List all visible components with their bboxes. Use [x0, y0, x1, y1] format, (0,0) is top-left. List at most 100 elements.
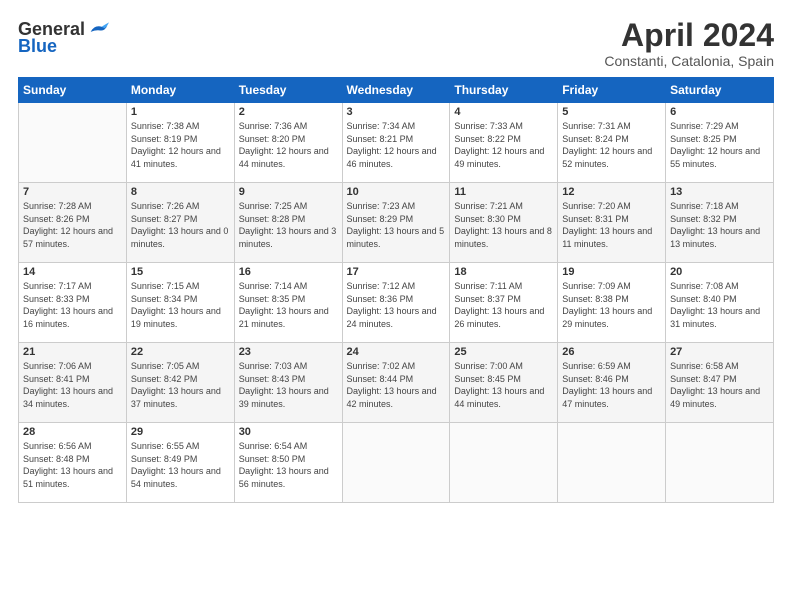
weekday-header-friday: Friday [558, 78, 666, 103]
calendar-cell: 26Sunrise: 6:59 AMSunset: 8:46 PMDayligh… [558, 343, 666, 423]
day-number: 20 [670, 266, 769, 278]
calendar-week-row: 21 Sunrise: 7:06 AMSunset: 8:41 PMDayligh… [19, 343, 774, 423]
calendar-cell: 6 Sunrise: 7:29 AMSunset: 8:25 PMDaylight… [666, 103, 774, 183]
calendar-cell: 9 Sunrise: 7:25 AMSunset: 8:28 PMDaylight… [234, 183, 342, 263]
day-number: 15 [131, 266, 230, 278]
day-info: Sunrise: 7:02 AMSunset: 8:44 PMDaylight:… [347, 360, 446, 410]
day-number: 3 [347, 106, 446, 118]
day-info: Sunrise: 7:08 AMSunset: 8:40 PMDaylight:… [670, 280, 769, 330]
day-info: Sunrise: 7:06 AMSunset: 8:41 PMDaylight:… [23, 360, 122, 410]
day-info: Sunrise: 7:28 AMSunset: 8:26 PMDaylight:… [23, 200, 122, 250]
calendar-cell: 23 Sunrise: 7:03 AMSunset: 8:43 PMDayligh… [234, 343, 342, 423]
calendar-cell: 27 Sunrise: 6:58 AMSunset: 8:47 PMDayligh… [666, 343, 774, 423]
logo: General Blue [18, 18, 109, 57]
day-number: 8 [131, 186, 230, 198]
calendar-cell [666, 423, 774, 503]
day-info: Sunrise: 7:38 AMSunset: 8:19 PMDaylight:… [131, 120, 230, 170]
day-info: Sunrise: 7:33 AMSunset: 8:22 PMDaylight:… [454, 120, 553, 170]
calendar-cell: 30 Sunrise: 6:54 AMSunset: 8:50 PMDayligh… [234, 423, 342, 503]
calendar-cell: 21 Sunrise: 7:06 AMSunset: 8:41 PMDayligh… [19, 343, 127, 423]
day-number: 7 [23, 186, 122, 198]
calendar-cell: 29 Sunrise: 6:55 AMSunset: 8:49 PMDayligh… [126, 423, 234, 503]
calendar-cell [342, 423, 450, 503]
calendar-cell: 8 Sunrise: 7:26 AMSunset: 8:27 PMDaylight… [126, 183, 234, 263]
day-number: 27 [670, 346, 769, 358]
day-info: Sunrise: 7:26 AMSunset: 8:27 PMDaylight:… [131, 200, 230, 250]
day-info: Sunrise: 7:34 AMSunset: 8:21 PMDaylight:… [347, 120, 446, 170]
calendar-cell: 5 Sunrise: 7:31 AMSunset: 8:24 PMDaylight… [558, 103, 666, 183]
day-number: 12 [562, 186, 661, 198]
day-info: Sunrise: 6:55 AMSunset: 8:49 PMDaylight:… [131, 440, 230, 490]
weekday-header-thursday: Thursday [450, 78, 558, 103]
calendar-cell [450, 423, 558, 503]
calendar-week-row: 7 Sunrise: 7:28 AMSunset: 8:26 PMDaylight… [19, 183, 774, 263]
day-info: Sunrise: 6:59 AMSunset: 8:46 PMDaylight:… [562, 360, 661, 410]
calendar-cell: 7 Sunrise: 7:28 AMSunset: 8:26 PMDaylight… [19, 183, 127, 263]
calendar-cell: 1 Sunrise: 7:38 AMSunset: 8:19 PMDaylight… [126, 103, 234, 183]
day-info: Sunrise: 7:03 AMSunset: 8:43 PMDaylight:… [239, 360, 338, 410]
calendar-cell: 2 Sunrise: 7:36 AMSunset: 8:20 PMDaylight… [234, 103, 342, 183]
day-info: Sunrise: 7:23 AMSunset: 8:29 PMDaylight:… [347, 200, 446, 250]
calendar-cell: 14Sunrise: 7:17 AMSunset: 8:33 PMDayligh… [19, 263, 127, 343]
calendar-cell: 13Sunrise: 7:18 AMSunset: 8:32 PMDayligh… [666, 183, 774, 263]
day-info: Sunrise: 7:36 AMSunset: 8:20 PMDaylight:… [239, 120, 338, 170]
calendar-cell: 24 Sunrise: 7:02 AMSunset: 8:44 PMDayligh… [342, 343, 450, 423]
calendar-cell: 22 Sunrise: 7:05 AMSunset: 8:42 PMDayligh… [126, 343, 234, 423]
location-subtitle: Constanti, Catalonia, Spain [604, 53, 774, 69]
calendar-cell: 17Sunrise: 7:12 AMSunset: 8:36 PMDayligh… [342, 263, 450, 343]
month-title: April 2024 [604, 18, 774, 53]
calendar-week-row: 14Sunrise: 7:17 AMSunset: 8:33 PMDayligh… [19, 263, 774, 343]
day-number: 22 [131, 346, 230, 358]
calendar-cell: 16 Sunrise: 7:14 AMSunset: 8:35 PMDayligh… [234, 263, 342, 343]
day-number: 9 [239, 186, 338, 198]
day-info: Sunrise: 7:29 AMSunset: 8:25 PMDaylight:… [670, 120, 769, 170]
day-info: Sunrise: 6:54 AMSunset: 8:50 PMDaylight:… [239, 440, 338, 490]
day-info: Sunrise: 7:00 AMSunset: 8:45 PMDaylight:… [454, 360, 553, 410]
calendar-cell: 19 Sunrise: 7:09 AMSunset: 8:38 PMDayligh… [558, 263, 666, 343]
weekday-header-wednesday: Wednesday [342, 78, 450, 103]
day-number: 16 [239, 266, 338, 278]
day-info: Sunrise: 7:05 AMSunset: 8:42 PMDaylight:… [131, 360, 230, 410]
day-info: Sunrise: 7:25 AMSunset: 8:28 PMDaylight:… [239, 200, 338, 250]
calendar-cell: 4 Sunrise: 7:33 AMSunset: 8:22 PMDaylight… [450, 103, 558, 183]
day-number: 30 [239, 426, 338, 438]
day-number: 23 [239, 346, 338, 358]
weekday-header-tuesday: Tuesday [234, 78, 342, 103]
calendar-cell: 11 Sunrise: 7:21 AMSunset: 8:30 PMDayligh… [450, 183, 558, 263]
day-number: 11 [454, 186, 553, 198]
header: General Blue April 2024 Constanti, Catal… [18, 18, 774, 69]
calendar-cell [558, 423, 666, 503]
day-number: 10 [347, 186, 446, 198]
day-number: 19 [562, 266, 661, 278]
day-info: Sunrise: 7:09 AMSunset: 8:38 PMDaylight:… [562, 280, 661, 330]
day-number: 28 [23, 426, 122, 438]
day-info: Sunrise: 7:21 AMSunset: 8:30 PMDaylight:… [454, 200, 553, 250]
page-container: General Blue April 2024 Constanti, Catal… [0, 0, 792, 612]
calendar-cell: 10 Sunrise: 7:23 AMSunset: 8:29 PMDayligh… [342, 183, 450, 263]
calendar-cell: 25 Sunrise: 7:00 AMSunset: 8:45 PMDayligh… [450, 343, 558, 423]
day-number: 5 [562, 106, 661, 118]
calendar-week-row: 28Sunrise: 6:56 AMSunset: 8:48 PMDayligh… [19, 423, 774, 503]
day-number: 2 [239, 106, 338, 118]
day-number: 21 [23, 346, 122, 358]
day-number: 1 [131, 106, 230, 118]
calendar-cell: 12 Sunrise: 7:20 AMSunset: 8:31 PMDayligh… [558, 183, 666, 263]
title-block: April 2024 Constanti, Catalonia, Spain [604, 18, 774, 69]
day-info: Sunrise: 7:14 AMSunset: 8:35 PMDaylight:… [239, 280, 338, 330]
day-number: 25 [454, 346, 553, 358]
day-info: Sunrise: 7:18 AMSunset: 8:32 PMDaylight:… [670, 200, 769, 250]
day-number: 4 [454, 106, 553, 118]
calendar-cell: 28Sunrise: 6:56 AMSunset: 8:48 PMDayligh… [19, 423, 127, 503]
weekday-header-sunday: Sunday [19, 78, 127, 103]
day-number: 24 [347, 346, 446, 358]
day-info: Sunrise: 7:20 AMSunset: 8:31 PMDaylight:… [562, 200, 661, 250]
day-info: Sunrise: 6:58 AMSunset: 8:47 PMDaylight:… [670, 360, 769, 410]
calendar-cell [19, 103, 127, 183]
calendar-cell: 15Sunrise: 7:15 AMSunset: 8:34 PMDayligh… [126, 263, 234, 343]
day-info: Sunrise: 7:31 AMSunset: 8:24 PMDaylight:… [562, 120, 661, 170]
day-number: 6 [670, 106, 769, 118]
day-info: Sunrise: 7:17 AMSunset: 8:33 PMDaylight:… [23, 280, 122, 330]
calendar-week-row: 1 Sunrise: 7:38 AMSunset: 8:19 PMDaylight… [19, 103, 774, 183]
day-number: 29 [131, 426, 230, 438]
day-number: 17 [347, 266, 446, 278]
